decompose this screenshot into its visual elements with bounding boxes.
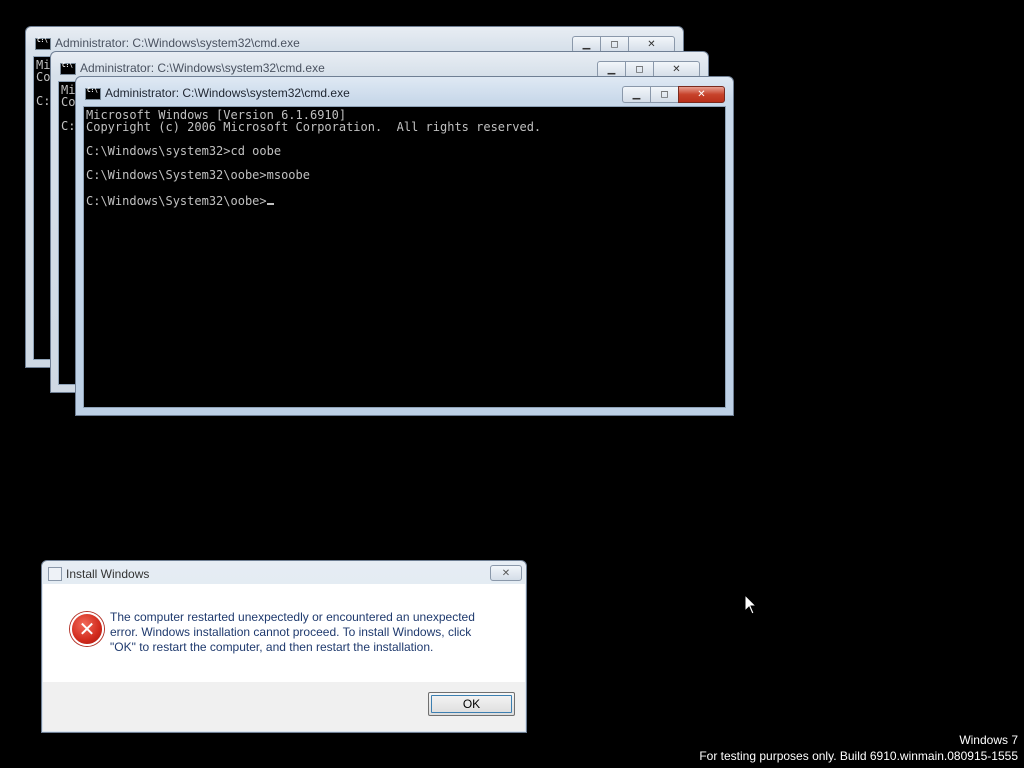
dialog-title: Install Windows <box>66 567 150 581</box>
dialog-footer: OK <box>43 682 525 731</box>
cmd-app-icon <box>35 37 51 50</box>
cmd-app-icon <box>60 62 76 75</box>
dialog-body: ✕ The computer restarted unexpectedly or… <box>43 584 525 682</box>
window-title: Administrator: C:\Windows\system32\cmd.e… <box>80 61 325 75</box>
build-watermark: Windows 7 For testing purposes only. Bui… <box>699 732 1018 764</box>
os-name: Windows 7 <box>959 733 1018 747</box>
minimize-button[interactable]: ▁ <box>622 86 650 103</box>
ok-button[interactable]: OK <box>428 692 515 716</box>
cmd-window-active[interactable]: Administrator: C:\Windows\system32\cmd.e… <box>75 76 734 416</box>
console-output: Microsoft Windows [Version 6.1.6910] Cop… <box>84 107 725 209</box>
console-line: C:\Windows\system32>cd oobe <box>86 144 282 158</box>
cmd-app-icon <box>85 87 101 100</box>
console-area[interactable]: Microsoft Windows [Version 6.1.6910] Cop… <box>83 106 726 408</box>
console-line: Copyright (c) 2006 Microsoft Corporation… <box>86 120 542 134</box>
window-title: Administrator: C:\Windows\system32\cmd.e… <box>55 36 300 50</box>
title-bar[interactable]: Administrator: C:\Windows\system32\cmd.e… <box>76 77 733 103</box>
dialog-close-button[interactable]: ✕ <box>490 565 522 581</box>
window-title: Administrator: C:\Windows\system32\cmd.e… <box>105 86 350 100</box>
title-bar[interactable]: Administrator: C:\Windows\system32\cmd.e… <box>26 27 683 53</box>
maximize-button[interactable]: ◻ <box>650 86 678 103</box>
build-info: For testing purposes only. Build 6910.wi… <box>699 749 1018 763</box>
mouse-pointer-icon <box>744 594 758 615</box>
error-icon: ✕ <box>70 612 104 646</box>
text-cursor <box>266 193 274 205</box>
close-button[interactable]: ✕ <box>678 86 725 103</box>
console-line: C:\Windows\System32\oobe>msoobe <box>86 168 310 182</box>
title-bar[interactable]: Administrator: C:\Windows\system32\cmd.e… <box>51 52 708 78</box>
install-windows-dialog[interactable]: Install Windows ✕ ✕ The computer restart… <box>41 560 527 733</box>
error-message: The computer restarted unexpectedly or e… <box>110 610 475 654</box>
console-prompt: C:\Windows\System32\oobe> <box>86 194 267 208</box>
setup-app-icon <box>48 567 62 581</box>
